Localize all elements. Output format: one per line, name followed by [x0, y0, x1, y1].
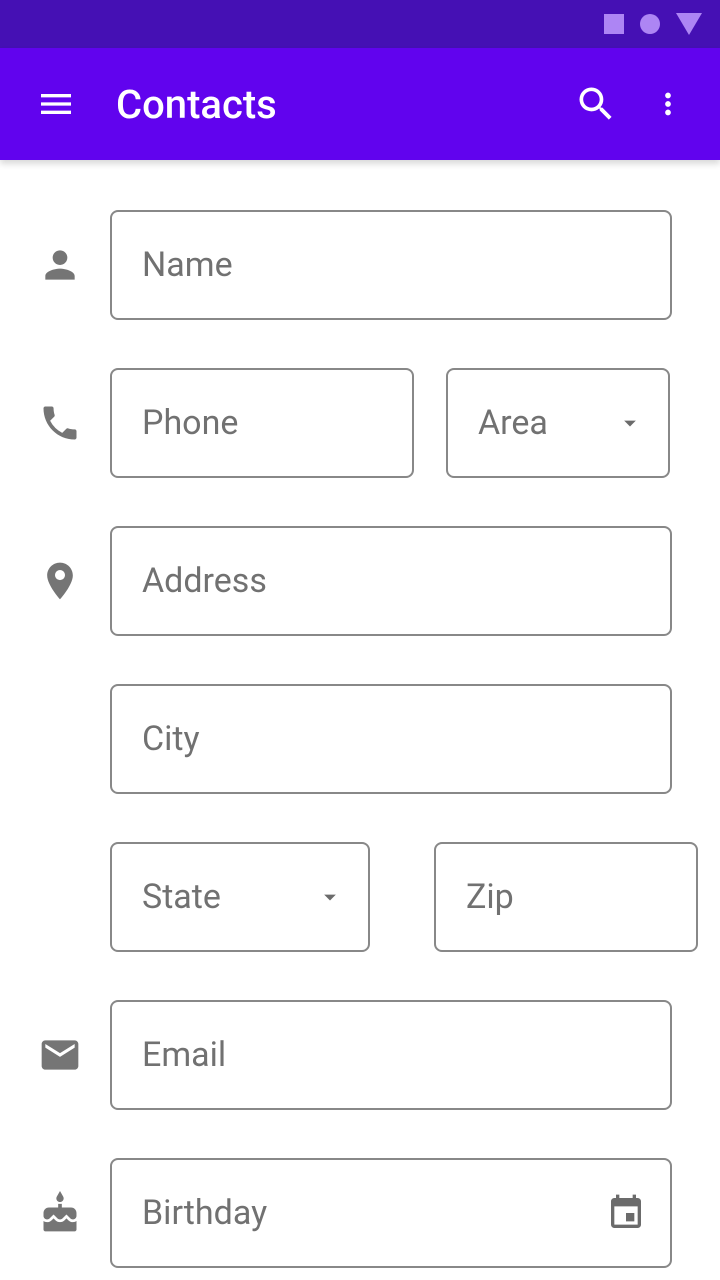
email-field[interactable]: Email	[110, 1000, 672, 1110]
birthday-field[interactable]: Birthday	[110, 1158, 672, 1268]
dropdown-trigger	[616, 409, 644, 437]
lead-icon-container	[30, 1191, 90, 1235]
lead-icon-container	[30, 243, 90, 287]
field-placeholder: City	[142, 719, 200, 759]
calendar-icon	[606, 1193, 646, 1233]
status-indicator-triangle	[676, 13, 702, 35]
lead-icon-container	[30, 559, 90, 603]
chevron-down-icon	[616, 409, 644, 437]
field-placeholder: State	[142, 877, 221, 917]
email-icon	[38, 1033, 82, 1077]
more-vert-icon	[651, 87, 685, 121]
field-placeholder: Address	[142, 561, 267, 601]
field-placeholder: Email	[142, 1035, 226, 1075]
location-icon	[38, 559, 82, 603]
city-field[interactable]: City	[110, 684, 672, 794]
app-bar: Contacts	[0, 48, 720, 160]
field-placeholder: Name	[142, 245, 233, 285]
dropdown-trigger	[316, 883, 344, 911]
page-title: Contacts	[116, 81, 552, 128]
row-birthday: Birthday	[30, 1158, 672, 1268]
row-email: Email	[30, 1000, 672, 1110]
name-field[interactable]: Name	[110, 210, 672, 320]
search-icon	[574, 82, 618, 126]
zip-field[interactable]: Zip	[434, 842, 698, 952]
person-icon	[38, 243, 82, 287]
address-field[interactable]: Address	[110, 526, 672, 636]
cake-icon	[38, 1191, 82, 1235]
contact-form: Name Phone Area Address	[0, 160, 720, 1268]
field-placeholder: Phone	[142, 403, 238, 443]
row-phone: Phone Area	[30, 368, 672, 478]
status-bar	[0, 0, 720, 48]
phone-field[interactable]: Phone	[110, 368, 414, 478]
area-select[interactable]: Area	[446, 368, 670, 478]
lead-icon-container	[30, 401, 90, 445]
chevron-down-icon	[316, 883, 344, 911]
row-name: Name	[30, 210, 672, 320]
phone-icon	[38, 401, 82, 445]
more-button[interactable]	[640, 76, 696, 132]
field-placeholder: Area	[478, 403, 548, 443]
state-select[interactable]: State	[110, 842, 370, 952]
field-placeholder: Birthday	[142, 1193, 267, 1233]
menu-button[interactable]	[32, 80, 80, 128]
search-button[interactable]	[568, 76, 624, 132]
row-state-zip: State Zip	[30, 842, 672, 952]
menu-icon	[36, 84, 76, 124]
status-indicator-square	[604, 14, 624, 34]
field-placeholder: Zip	[466, 877, 514, 917]
date-picker-trigger[interactable]	[606, 1193, 646, 1233]
lead-icon-container	[30, 1033, 90, 1077]
row-city: City	[30, 684, 672, 794]
row-address: Address	[30, 526, 672, 636]
status-indicator-circle	[640, 14, 660, 34]
